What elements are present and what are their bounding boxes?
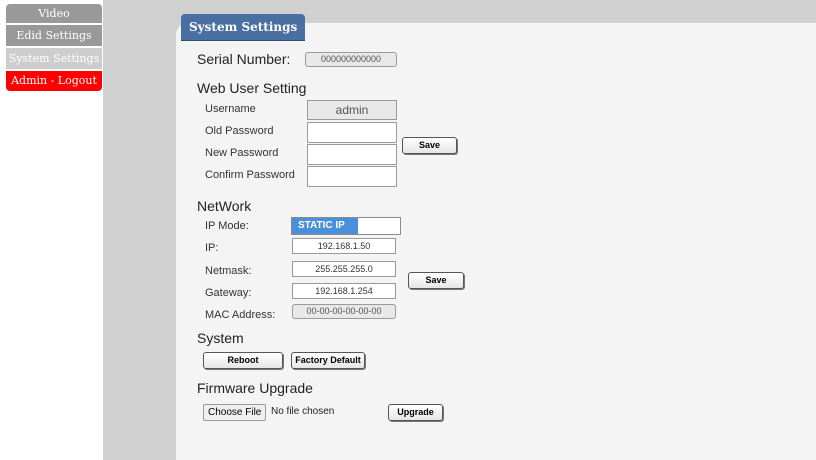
reboot-button[interactable]: Reboot [203,352,283,369]
upgrade-button[interactable]: Upgrade [388,404,443,421]
system-heading: System [197,330,244,346]
mac-address-value: 00-00-00-00-00-00 [292,304,396,319]
gateway-field[interactable]: 192.168.1.254 [292,283,396,299]
sidebar-item-video[interactable]: Video [6,4,102,23]
choose-file-button[interactable]: Choose File [203,404,267,421]
new-password-field[interactable] [307,144,397,165]
sidebar-item-edid-settings[interactable]: Edid Settings [6,25,102,46]
old-password-label: Old Password [205,125,274,137]
username-field: admin [307,100,397,120]
sidebar-item-system-settings[interactable]: System Settings [6,48,102,69]
new-password-label: New Password [205,147,279,159]
factory-default-button[interactable]: Factory Default [291,352,365,369]
serial-number-value: 000000000000 [305,52,397,67]
netmask-label: Netmask: [205,265,252,277]
mac-address-label: MAC Address: [205,309,276,321]
sidebar-item-admin-logout[interactable]: Admin - Logout [6,71,102,91]
ip-mode-label: IP Mode: [205,220,249,232]
ip-mode-toggle[interactable]: STATIC IP [291,217,401,235]
username-label: Username [205,103,256,115]
gateway-label: Gateway: [205,287,252,299]
ip-label: IP: [205,242,219,254]
old-password-field[interactable] [307,122,397,143]
ip-mode-value: STATIC IP [292,218,358,234]
confirm-password-label: Confirm Password [205,169,295,181]
serial-number-label: Serial Number: [197,51,291,67]
sidebar: Video Edid Settings System Settings Admi… [0,0,103,460]
web-user-setting-heading: Web User Setting [197,80,307,96]
no-file-chosen-text: No file chosen [271,406,335,417]
ip-field[interactable]: 192.168.1.50 [292,238,396,254]
web-user-save-button[interactable]: Save [402,137,457,154]
network-heading: NetWork [197,198,252,214]
network-save-button[interactable]: Save [408,272,464,289]
firmware-upgrade-heading: Firmware Upgrade [197,380,313,396]
confirm-password-field[interactable] [307,166,397,187]
netmask-field[interactable]: 255.255.255.0 [292,261,396,277]
panel-title: System Settings [181,14,306,40]
